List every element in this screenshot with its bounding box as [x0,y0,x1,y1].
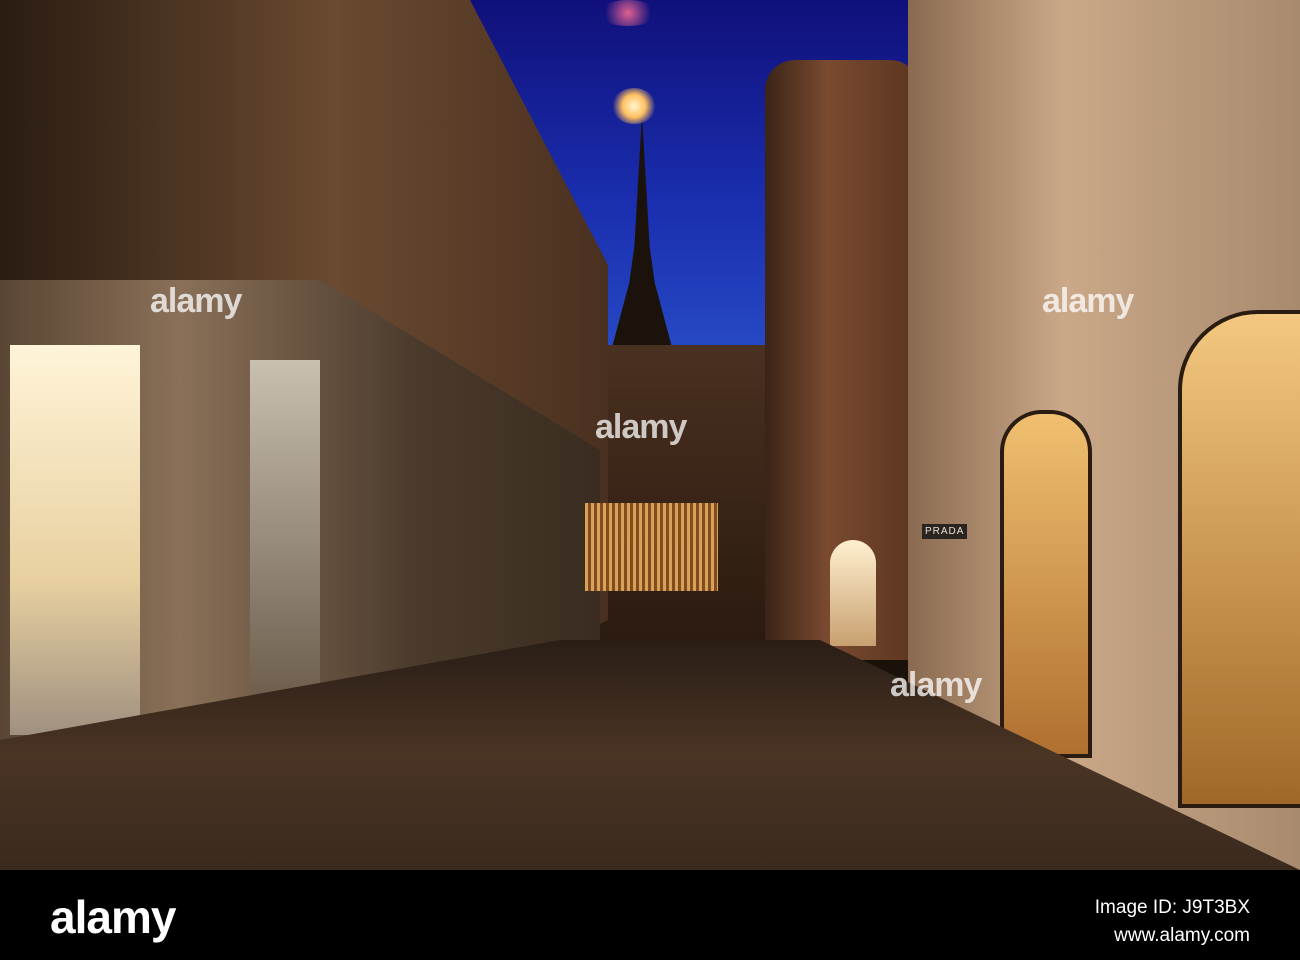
distant-building [585,345,790,645]
watermark: alamy [890,666,982,704]
shop-window [250,360,320,710]
arched-shop-window [1178,310,1300,808]
street-lamp [612,88,656,124]
arched-window [830,540,876,646]
footer-bar: alamy Image ID: J9T3BX www.alamy.com [0,870,1300,960]
watermark: alamy [1042,282,1134,320]
image-info: Image ID: J9T3BX www.alamy.com [1095,894,1250,950]
site-url: www.alamy.com [1114,925,1250,946]
sky-glow [598,0,658,26]
image-id: Image ID: J9T3BX [1094,897,1250,918]
watermark: alamy [150,282,242,320]
christmas-lights [585,503,718,591]
street-photo: PRADA alamy alamy alamy alamy [0,0,1300,870]
prada-sign: PRADA [922,524,968,539]
shop-window [10,345,140,735]
alamy-logo: alamy [50,891,176,943]
watermark: alamy [595,408,687,446]
arched-shop-window [1000,410,1092,758]
